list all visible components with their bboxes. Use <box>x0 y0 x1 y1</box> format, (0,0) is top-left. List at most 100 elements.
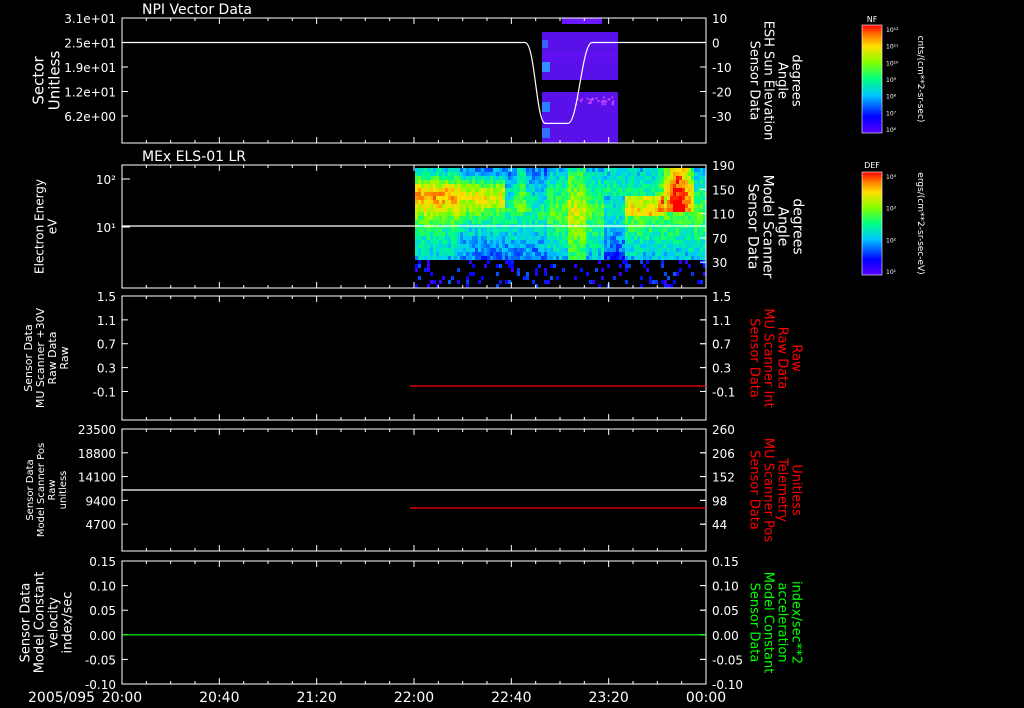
spectrogram-pixel <box>652 232 655 236</box>
spectrogram-pixel <box>490 256 493 260</box>
spectrogram-pixel <box>583 228 586 232</box>
spectrogram-pixel <box>508 216 511 220</box>
spectrogram-pixel <box>490 172 493 176</box>
spectrogram-pixel <box>478 228 481 232</box>
spectrogram-pixel <box>466 196 469 200</box>
y-tick-label: 0.7 <box>97 338 116 352</box>
spectrogram-pixel <box>556 212 559 216</box>
multi-panel-plot: 20:00 20:40 21:20 22:00 22:40 23:20 00:002005/… <box>19 2 925 706</box>
spectrogram-pixel <box>658 220 661 224</box>
spectrogram-pixel <box>475 212 478 216</box>
spectrogram-pixel <box>544 240 547 244</box>
spectrogram-pixel <box>619 252 622 256</box>
spectrogram-pixel <box>484 200 487 204</box>
spectrogram-pixel <box>658 252 661 256</box>
spectrogram-pixel <box>541 196 544 200</box>
spectrogram-pixel <box>667 240 670 244</box>
spectrogram-pixel <box>481 228 484 232</box>
spectrogram-pixel <box>547 180 550 184</box>
spectrogram-pixel <box>502 228 505 232</box>
spectrogram-pixel <box>679 176 682 180</box>
spectrogram-pixel <box>547 256 550 260</box>
spectrogram-pixel <box>679 216 682 220</box>
spectrogram-pixel <box>481 252 484 256</box>
spectrogram-pixel <box>679 268 682 272</box>
spectrogram-pixel <box>454 248 457 252</box>
spectrogram-pixel <box>562 180 565 184</box>
y2-tick-label: 0 <box>712 37 720 51</box>
spectrogram-pixel <box>559 232 562 236</box>
spectrogram-pixel <box>529 184 532 188</box>
spectrogram-pixel <box>490 232 493 236</box>
spectrogram-pixel <box>535 248 538 252</box>
spectrogram-pixel <box>526 188 529 192</box>
spectrogram-pixel <box>526 212 529 216</box>
spectrogram-pixel <box>694 240 697 244</box>
spectrogram-pixel <box>517 184 520 188</box>
spectrogram-pixel <box>628 256 631 260</box>
y2-tick-label: 0.00 <box>712 629 739 643</box>
spectrogram-pixel <box>481 236 484 240</box>
spectrogram-pixel <box>529 228 532 232</box>
spectrogram-pixel <box>640 200 643 204</box>
spectrogram-pixel <box>418 172 421 176</box>
spectrogram-pixel <box>439 228 442 232</box>
spectrogram-pixel <box>667 168 670 172</box>
spectrogram-pixel <box>568 252 571 256</box>
spectrogram-pixel <box>499 172 502 176</box>
spectrogram-pixel <box>679 192 682 196</box>
spectrogram-pixel <box>589 232 592 236</box>
spectrogram-pixel <box>676 204 679 208</box>
spectrogram-pixel <box>472 188 475 192</box>
spectrogram-pixel <box>604 240 607 244</box>
spectrogram-pixel <box>640 176 643 180</box>
spectrogram-pixel <box>523 232 526 236</box>
spectrogram-pixel <box>637 240 640 244</box>
spectrogram-pixel <box>628 228 631 232</box>
spectrogram-pixel <box>496 180 499 184</box>
y-tick-label: 10² <box>96 173 116 187</box>
spectrogram-pixel <box>460 188 463 192</box>
spectrogram-pixel <box>454 256 457 260</box>
spectrogram-pixel <box>655 184 658 188</box>
spectrogram-cell <box>542 62 550 72</box>
spectrogram-pixel <box>460 220 463 224</box>
spectrogram-pixel <box>469 208 472 212</box>
spectrogram-pixel <box>418 252 421 256</box>
spectrogram-pixel <box>673 208 676 212</box>
spectrogram-pixel <box>646 200 649 204</box>
spectrogram-pixel <box>460 184 463 188</box>
spectrogram-pixel <box>691 228 694 232</box>
spectrogram-pixel <box>580 176 583 180</box>
spectrogram-pixel <box>670 248 673 252</box>
spectrogram-pixel <box>481 244 484 248</box>
spectrogram-pixel <box>526 172 529 176</box>
spectrogram-pixel <box>502 176 505 180</box>
spectrogram-pixel <box>571 172 574 176</box>
spectrogram-pixel <box>508 196 511 200</box>
spectrogram-pixel <box>535 244 538 248</box>
spectrogram-pixel <box>631 176 634 180</box>
spectrogram-pixel <box>445 188 448 192</box>
spectrogram-pixel <box>562 200 565 204</box>
spectrogram-pixel <box>691 216 694 220</box>
spectrogram-pixel <box>640 216 643 220</box>
spectrogram-pixel <box>442 220 445 224</box>
colorbar-tick-label: 10⁶ <box>886 127 897 134</box>
y-tick-label: 3.1e+01 <box>64 12 116 26</box>
spectrogram-pixel <box>433 172 436 176</box>
spectrogram-pixel <box>649 232 652 236</box>
spectrogram-pixel <box>562 176 565 180</box>
spectrogram-pixel <box>472 172 475 176</box>
y-tick-label: 4700 <box>85 518 116 532</box>
spectrogram-pixel <box>490 176 493 180</box>
spectrogram-pixel <box>493 196 496 200</box>
spectrogram-pixel <box>532 188 535 192</box>
spectrogram-pixel <box>607 256 610 260</box>
spectrogram-pixel <box>628 204 631 208</box>
spectrogram-pixel <box>583 244 586 248</box>
spectrogram-pixel <box>553 196 556 200</box>
spectrogram-pixel <box>568 212 571 216</box>
spectrogram-pixel <box>490 236 493 240</box>
spectrogram-pixel <box>568 208 571 212</box>
